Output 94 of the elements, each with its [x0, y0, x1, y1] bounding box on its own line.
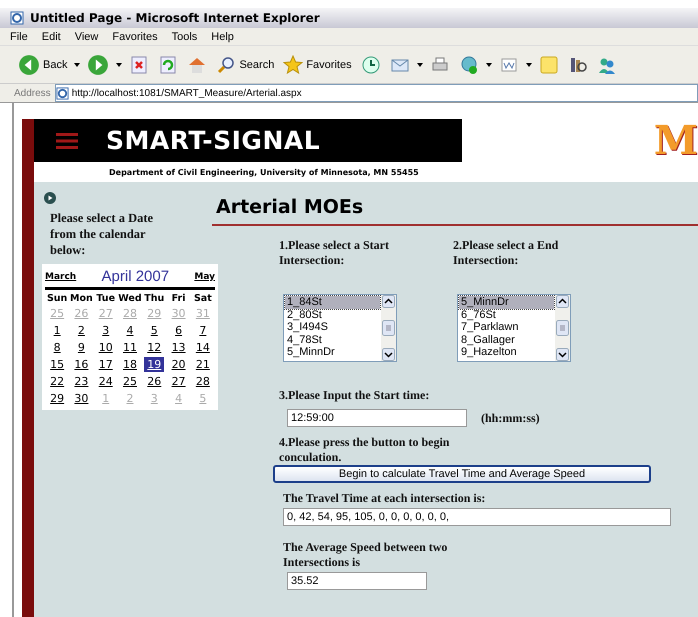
- scroll-down-icon[interactable]: [382, 348, 395, 361]
- calendar-day[interactable]: 21: [192, 357, 213, 372]
- note-icon: [538, 54, 559, 74]
- calendar-day[interactable]: 22: [47, 374, 68, 389]
- calendar-day[interactable]: 15: [47, 357, 68, 372]
- calendar-day[interactable]: 1: [50, 323, 64, 338]
- scroll-down-icon[interactable]: [556, 348, 569, 361]
- scroll-thumb[interactable]: [556, 320, 569, 336]
- weekday-label: Thu: [143, 293, 166, 304]
- time-label: 3.Please Input the Start time:: [279, 388, 430, 403]
- calendar-day[interactable]: 8: [50, 340, 64, 355]
- weekday-label: Fri: [170, 293, 186, 304]
- scroll-thumb[interactable]: [382, 320, 395, 336]
- page-icon: [56, 86, 69, 100]
- weekday-label: Sun: [46, 293, 68, 304]
- caret-icon[interactable]: [74, 62, 80, 66]
- department-text: Department of Civil Engineering, University of Minnesota, MN 55455: [109, 168, 419, 176]
- average-speed-field[interactable]: 35.52: [287, 572, 427, 590]
- intersection-listbox[interactable]: 1_84St 2_80St 3_I494S 4_78St 5_MinnDr: [283, 294, 397, 362]
- weekday-label: Tue: [95, 293, 116, 304]
- list-option[interactable]: 5_MinnDr: [459, 296, 554, 308]
- date-prompt: Please select a Date from the calendar below:: [50, 210, 154, 258]
- calendar-day[interactable]: 10: [96, 340, 116, 355]
- calendar-day[interactable]: 20: [168, 357, 189, 372]
- button-label: 4.Please press the button to begin conculation.: [279, 435, 450, 465]
- caret-icon[interactable]: [526, 62, 532, 66]
- calendar-day[interactable]: 13: [168, 340, 189, 355]
- menu-icon[interactable]: [56, 132, 78, 150]
- calendar-day[interactable]: 29: [47, 391, 68, 406]
- scroll-up-icon[interactable]: [556, 295, 569, 308]
- calendar-day[interactable]: 18: [120, 357, 140, 372]
- calendar-day[interactable]: 23: [71, 374, 92, 389]
- play-icon[interactable]: [44, 192, 56, 204]
- search-button[interactable]: Search: [214, 50, 276, 78]
- calendar-day[interactable]: 11: [120, 340, 140, 355]
- caret-icon[interactable]: [116, 62, 122, 66]
- calendar-day[interactable]: 12: [144, 340, 164, 355]
- scroll-up-icon[interactable]: [382, 295, 395, 308]
- start-label: 1.Please select a Start Intersection:: [279, 238, 390, 268]
- university-logo: M: [654, 119, 698, 162]
- end-label: 2.Please select a End Intersection:: [453, 238, 560, 268]
- calendar-day[interactable]: 7: [196, 323, 210, 338]
- calendar-day[interactable]: 4: [123, 323, 136, 338]
- history-icon: [360, 54, 381, 74]
- weekday-label: Wed: [118, 293, 142, 304]
- caret-icon[interactable]: [416, 62, 423, 66]
- menu-item[interactable]: View: [74, 30, 98, 42]
- calendar-day[interactable]: 3: [99, 323, 112, 338]
- calendar-day[interactable]: 30: [71, 391, 92, 406]
- menu-item[interactable]: Tools: [172, 30, 198, 42]
- travel-time-field[interactable]: 0, 42, 54, 95, 105, 0, 0, 0, 0, 0, 0,: [283, 508, 671, 526]
- next-month-link[interactable]: May: [194, 272, 215, 282]
- refresh-icon: [158, 54, 178, 74]
- calendar-day[interactable]: 27: [168, 374, 189, 389]
- site-title: SMART-SIGNAL: [106, 126, 320, 155]
- calendar-day[interactable]: 5: [148, 323, 161, 338]
- list-option[interactable]: 1_84St: [285, 296, 380, 308]
- calendar-day[interactable]: 14: [192, 340, 213, 355]
- window-title: Untitled Page - Microsoft Internet Explorer: [30, 11, 320, 25]
- calendar-day[interactable]: 25: [120, 374, 140, 389]
- calendar-day[interactable]: 26: [144, 374, 164, 389]
- intersection-listbox[interactable]: 5_MinnDr 6_76St 7_Parklawn 8_Gallager 9_Hazelton: [457, 294, 571, 362]
- back-button[interactable]: Back: [16, 50, 70, 78]
- search-icon: [216, 54, 236, 74]
- caret-icon[interactable]: [486, 62, 492, 66]
- calendar-day[interactable]: 19: [144, 357, 164, 372]
- menu-item[interactable]: Edit: [42, 30, 61, 42]
- stop-icon: [129, 54, 150, 74]
- favorites-button[interactable]: Favorites: [281, 50, 354, 78]
- menu-item[interactable]: Favorites: [112, 30, 158, 42]
- calendar-day[interactable]: 17: [96, 357, 116, 372]
- page-heading: Arterial MOEs: [215, 196, 364, 218]
- menu-item[interactable]: File: [10, 30, 28, 42]
- browser-page-icon: [10, 11, 24, 25]
- calculate-button[interactable]: Begin to calculate Travel Time and Average Speed: [273, 465, 651, 483]
- average-speed-label: The Average Speed between two Intersections is: [283, 540, 448, 570]
- start-time-field[interactable]: 12:59:00: [287, 409, 467, 427]
- weekday-label: Mon: [69, 293, 94, 304]
- address-field[interactable]: http://localhost:1081/SMART_Measure/Arterial.aspx: [54, 84, 698, 102]
- star-icon: [283, 54, 304, 74]
- calendar-day[interactable]: 16: [71, 357, 92, 372]
- messenger-icon: [458, 54, 479, 74]
- weekday-label: Sat: [192, 293, 213, 304]
- travel-time-label: The Travel Time at each intersection is:: [283, 491, 486, 506]
- calendar-day[interactable]: 9: [74, 340, 88, 355]
- time-format-hint: (hh:mm:ss): [481, 410, 540, 426]
- calendar-day[interactable]: 2: [74, 323, 88, 338]
- calendar-day[interactable]: 24: [96, 374, 116, 389]
- month-title: April 2007: [102, 268, 170, 285]
- calendar-day[interactable]: 6: [172, 323, 186, 338]
- previous-month-link[interactable]: March: [45, 272, 76, 282]
- address-label: Address: [14, 88, 51, 98]
- calendar-day[interactable]: 28: [192, 374, 213, 389]
- menu-item[interactable]: Help: [211, 30, 234, 42]
